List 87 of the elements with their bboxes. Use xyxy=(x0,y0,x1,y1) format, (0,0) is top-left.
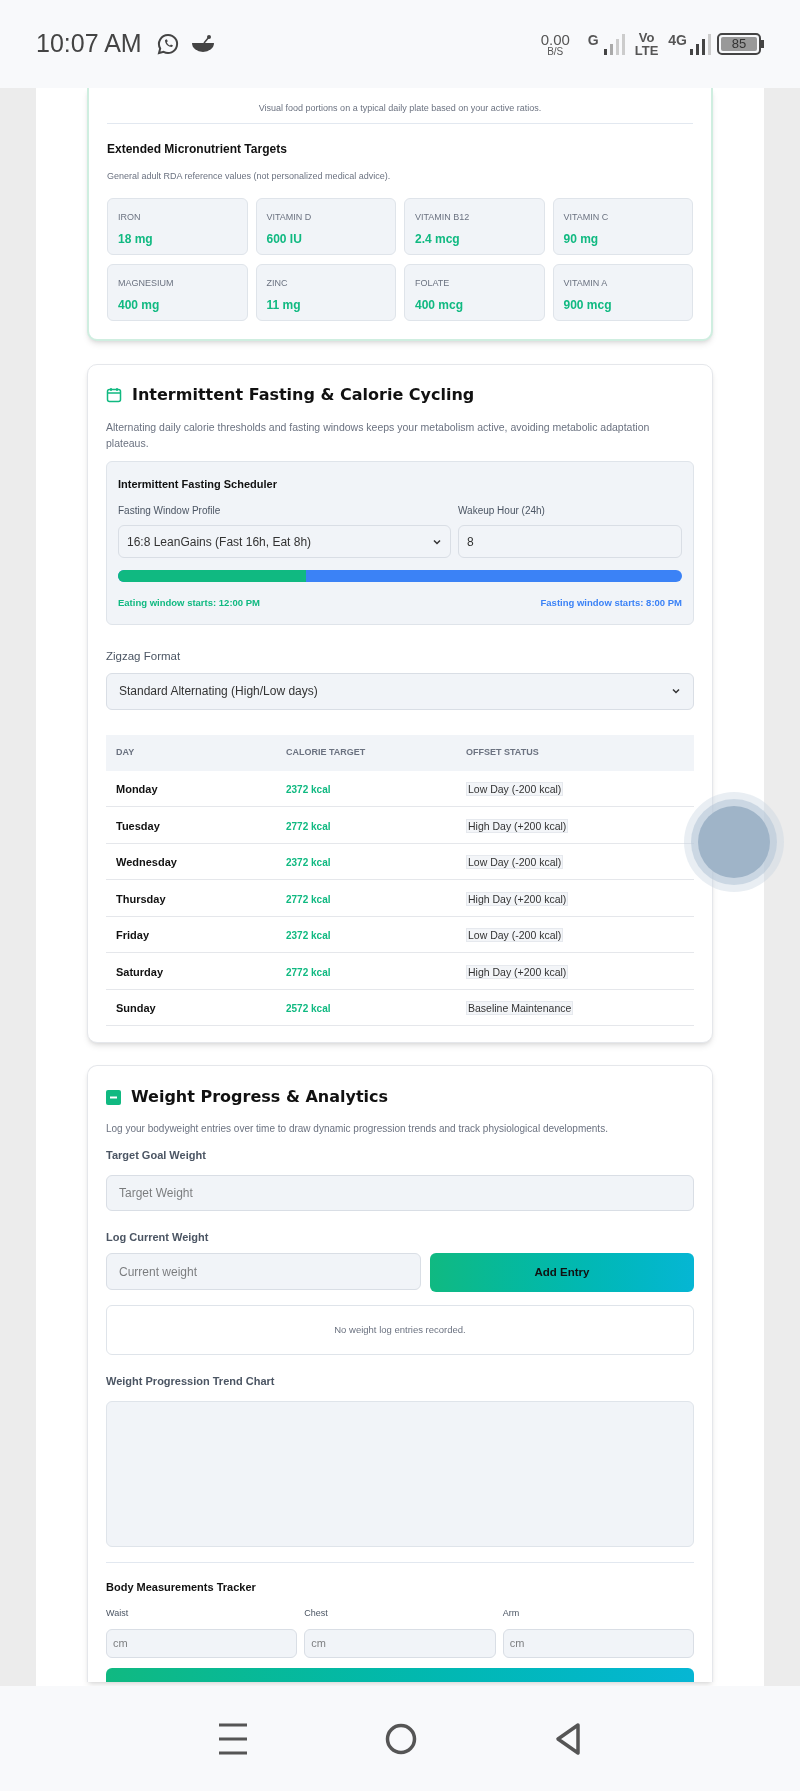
nutrient-name: ZINC xyxy=(266,276,289,290)
battery-indicator: 85 xyxy=(717,33,764,55)
nutrient-name: VITAMIN B12 xyxy=(415,210,471,224)
table-cell: Wednesday xyxy=(116,856,177,869)
nutrient-value: 11 mg xyxy=(266,297,302,314)
table-cell: Thursday xyxy=(116,892,166,905)
offset-status-tag: High Day (+200 kcal) xyxy=(466,891,569,906)
wakeup-input[interactable]: 8 xyxy=(458,525,682,558)
field-label: Arm xyxy=(502,1607,521,1620)
table-cell: 2372 kcal xyxy=(286,784,331,796)
plate-caption: Visual food portions on a typical daily plate based on your active ratios. xyxy=(257,102,543,115)
table-cell: Friday xyxy=(116,929,149,942)
signal-icon xyxy=(602,32,625,56)
field-label: Waist xyxy=(106,1607,130,1620)
profile-select[interactable]: 16:8 LeanGains (Fast 16h, Eat 8h) xyxy=(118,525,451,558)
network-type: G xyxy=(587,31,599,50)
calendar-icon xyxy=(106,386,122,403)
column-header: CALORIE TARGET xyxy=(286,745,367,759)
status-time: 10:07 AM xyxy=(36,28,142,60)
nutrient-name: IRON xyxy=(118,210,142,224)
field-label: Zigzag Format xyxy=(106,649,182,665)
network-type: 4G xyxy=(668,31,687,50)
offset-status-tag: Low Day (-200 kcal) xyxy=(466,782,564,797)
measurement-input[interactable]: cm xyxy=(304,1628,496,1658)
field-label: Weight Progression Trend Chart xyxy=(106,1374,276,1389)
chat-bubble-icon xyxy=(155,32,180,56)
current-weight-input[interactable]: Current weight xyxy=(106,1253,421,1290)
target-weight-input[interactable]: Target Weight xyxy=(106,1174,694,1211)
nutrient-value: 400 mcg xyxy=(415,297,465,314)
table-cell: 2372 kcal xyxy=(286,930,331,942)
offset-status-tag: High Day (+200 kcal) xyxy=(466,818,569,833)
table-cell: 2572 kcal xyxy=(286,1003,331,1015)
signal-icon xyxy=(689,32,711,56)
section-note: General adult RDA reference values (not personalized medical advice). xyxy=(107,170,392,183)
nutrient-name: MAGNESIUM xyxy=(118,276,175,290)
nutrient-value: 600 IU xyxy=(266,231,303,248)
table-cell: 2372 kcal xyxy=(286,857,331,869)
nutrient-name: VITAMIN A xyxy=(563,276,609,290)
column-header: OFFSET STATUS xyxy=(466,745,540,759)
table-cell: 2772 kcal xyxy=(286,893,331,905)
table-cell: 2772 kcal xyxy=(286,820,331,832)
table-cell: Monday xyxy=(116,783,158,796)
panel-title: Intermittent Fasting Scheduler xyxy=(118,476,278,492)
card-description: Alternating daily calorie thresholds and fasting windows keeps your metabolism active, avoiding metabolic adaptation plateaus. xyxy=(106,419,651,451)
card-title: Weight Progress & Analytics xyxy=(131,1086,389,1108)
offset-status-tag: High Day (+200 kcal) xyxy=(466,964,569,979)
column-header: DAY xyxy=(116,745,136,759)
menu-icon[interactable] xyxy=(218,1721,249,1756)
table-cell: Tuesday xyxy=(116,819,160,832)
chevron-down-icon xyxy=(671,686,681,696)
back-icon[interactable] xyxy=(553,1721,582,1756)
home-icon[interactable] xyxy=(385,1722,417,1755)
offset-status-tag: Baseline Maintenance xyxy=(466,1001,574,1016)
table-cell: 2772 kcal xyxy=(286,966,331,978)
card-title: Intermittent Fasting & Calorie Cycling xyxy=(132,383,475,406)
offset-status-tag: Low Day (-200 kcal) xyxy=(466,855,564,870)
field-label: Fasting Window Profile xyxy=(118,504,222,518)
fasting-window-text: Fasting window starts: 8:00 PM xyxy=(540,596,682,610)
card-description: Log your bodyweight entries over time to draw dynamic progression trends and track physiological developments. xyxy=(106,1122,609,1136)
field-label: Target Goal Weight xyxy=(106,1148,207,1163)
nutrient-name: VITAMIN D xyxy=(266,210,313,224)
nutrient-value: 90 mg xyxy=(563,231,600,248)
net-speed-unit: B/S xyxy=(547,46,564,57)
minus-square-icon xyxy=(106,1089,121,1105)
table-cell: Sunday xyxy=(116,1002,156,1015)
eating-window-text: Eating window starts: 12:00 PM xyxy=(118,596,260,610)
nutrient-value: 400 mg xyxy=(118,297,161,314)
measurement-input[interactable]: cm xyxy=(106,1628,298,1658)
section-heading: Body Measurements Tracker xyxy=(106,1579,257,1595)
empty-message: No weight log entries recorded. xyxy=(334,1322,466,1337)
nutrient-name: FOLATE xyxy=(415,276,451,290)
net-speed: 0.00 xyxy=(540,31,570,47)
nutrient-value: 2.4 mcg xyxy=(415,231,461,248)
section-heading: Extended Micronutrient Targets xyxy=(107,141,288,158)
measurement-input[interactable]: cm xyxy=(502,1628,694,1658)
nutrient-value: 18 mg xyxy=(118,231,154,248)
volte-lte-label: LTE xyxy=(634,44,659,57)
field-label: Wakeup Hour (24h) xyxy=(458,504,546,518)
field-label: Log Current Weight xyxy=(106,1229,210,1245)
zigzag-select[interactable]: Standard Alternating (High/Low days) xyxy=(106,672,694,710)
nutrient-name: VITAMIN C xyxy=(563,210,610,224)
table-cell: Saturday xyxy=(116,965,164,978)
nutrient-value: 900 mcg xyxy=(563,297,613,314)
add-entry-button[interactable]: Add Entry xyxy=(430,1253,694,1292)
volte-label: Vo xyxy=(638,31,655,44)
offset-status-tag: Low Day (-200 kcal) xyxy=(466,928,564,943)
field-label: Chest xyxy=(304,1607,329,1620)
